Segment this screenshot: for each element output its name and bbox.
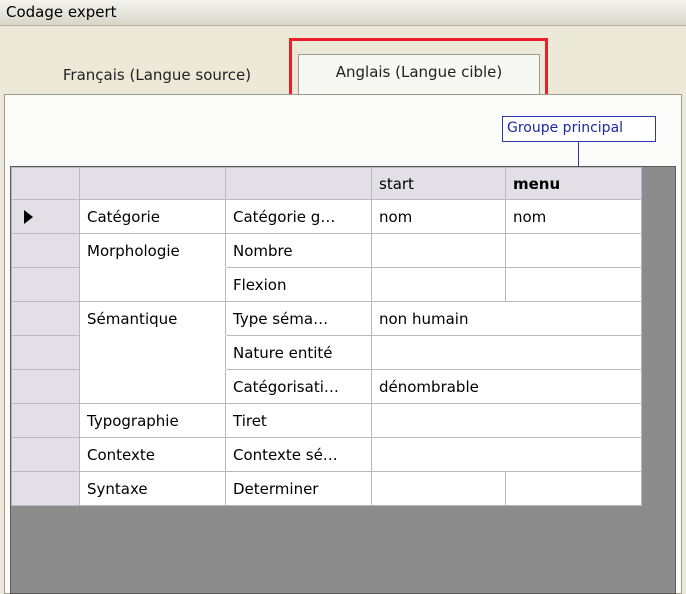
category-cell[interactable]: Syntaxe	[79, 471, 226, 506]
property-cell[interactable]: Determiner	[225, 471, 372, 506]
menu-value-cell[interactable]	[505, 471, 642, 506]
table-row[interactable]: Morphologie Nombre	[11, 233, 642, 268]
menu-value-cell[interactable]: nom	[505, 199, 642, 234]
row-selector[interactable]	[11, 301, 80, 336]
coding-table: start menu Catégorie Catégorie g… nom no…	[11, 167, 642, 506]
tab-label: Anglais (Langue cible)	[335, 63, 503, 81]
start-value-cell[interactable]	[371, 403, 642, 438]
current-row-arrow-icon	[24, 210, 33, 224]
column-header-menu[interactable]: menu	[505, 167, 642, 200]
property-cell[interactable]: Nombre	[225, 233, 372, 268]
group-connector-line	[578, 142, 579, 166]
category-cell[interactable]: Sémantique	[79, 301, 226, 336]
row-selector-header	[11, 167, 80, 200]
menu-value-cell[interactable]	[505, 267, 642, 302]
start-value-cell[interactable]	[371, 437, 642, 472]
menu-value-cell[interactable]	[505, 233, 642, 268]
start-value-cell[interactable]	[371, 233, 506, 268]
window-title: Codage expert	[6, 3, 117, 21]
table-row[interactable]: Nature entité	[11, 335, 642, 370]
category-cell[interactable]: Catégorie	[79, 199, 226, 234]
start-value-cell[interactable]: nom	[371, 199, 506, 234]
category-cell[interactable]	[79, 369, 226, 404]
property-cell[interactable]: Catégorie g…	[225, 199, 372, 234]
row-selector[interactable]	[11, 335, 80, 370]
start-value-cell[interactable]: non humain	[371, 301, 642, 336]
table-row[interactable]: Catégorie Catégorie g… nom nom	[11, 199, 642, 234]
column-header	[225, 167, 372, 200]
start-value-cell[interactable]	[371, 471, 506, 506]
table-row[interactable]: Sémantique Type séma… non humain	[11, 301, 642, 336]
window-title-bar: Codage expert	[0, 0, 686, 26]
row-selector[interactable]	[11, 199, 80, 234]
row-selector[interactable]	[11, 267, 80, 302]
property-cell[interactable]: Flexion	[225, 267, 372, 302]
group-label-text: Groupe principal	[507, 120, 624, 136]
tab-source-language[interactable]: Français (Langue source)	[26, 58, 288, 94]
tab-label: Français (Langue source)	[62, 66, 252, 84]
row-selector[interactable]	[11, 233, 80, 268]
property-cell[interactable]: Nature entité	[225, 335, 372, 370]
property-cell[interactable]: Catégorisati…	[225, 369, 372, 404]
category-cell[interactable]: Morphologie	[79, 233, 226, 268]
start-value-cell[interactable]	[371, 335, 642, 370]
start-value-cell[interactable]: dénombrable	[371, 369, 642, 404]
header-row: start menu	[11, 167, 642, 200]
table-row[interactable]: Syntaxe Determiner	[11, 471, 642, 506]
category-cell[interactable]	[79, 267, 226, 302]
tab-strip: Français (Langue source) Anglais (Langue…	[0, 26, 686, 104]
property-cell[interactable]: Contexte sé…	[225, 437, 372, 472]
column-header-start[interactable]: start	[371, 167, 506, 200]
column-header	[79, 167, 226, 200]
row-selector[interactable]	[11, 471, 80, 506]
property-cell[interactable]: Tiret	[225, 403, 372, 438]
row-selector[interactable]	[11, 437, 80, 472]
category-cell[interactable]: Contexte	[79, 437, 226, 472]
category-cell[interactable]	[79, 335, 226, 370]
table-row[interactable]: Contexte Contexte sé…	[11, 437, 642, 472]
table-row[interactable]: Typographie Tiret	[11, 403, 642, 438]
row-selector[interactable]	[11, 369, 80, 404]
table-row[interactable]: Flexion	[11, 267, 642, 302]
tab-target-language[interactable]: Anglais (Langue cible)	[298, 54, 540, 98]
property-cell[interactable]: Type séma…	[225, 301, 372, 336]
start-value-cell[interactable]	[371, 267, 506, 302]
category-cell[interactable]: Typographie	[79, 403, 226, 438]
row-selector[interactable]	[11, 403, 80, 438]
group-principal-label[interactable]: Groupe principal	[502, 116, 656, 142]
table-row[interactable]: Catégorisati… dénombrable	[11, 369, 642, 404]
expert-coding-grid: start menu Catégorie Catégorie g… nom no…	[10, 166, 676, 594]
